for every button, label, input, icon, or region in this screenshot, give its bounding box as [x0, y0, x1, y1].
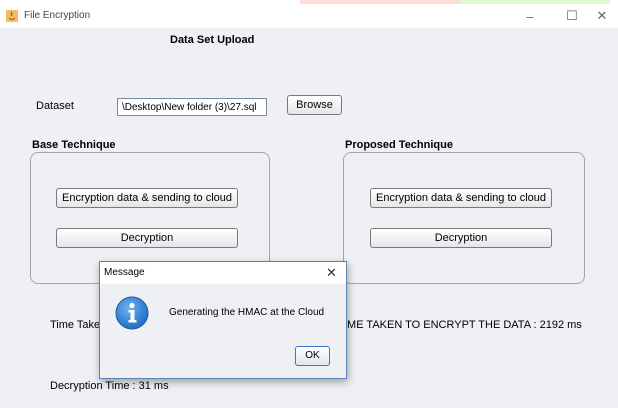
dialog-body: Generating the HMAC at the Cloud OK — [100, 284, 346, 378]
dataset-path-field[interactable]: \Desktop\New folder (3)\27.sql — [117, 98, 267, 116]
dialog-title-bar: Message ✕ — [100, 262, 346, 284]
proposed-encrypt-button[interactable]: Encryption data & sending to cloud — [370, 188, 552, 208]
base-technique-heading: Base Technique — [32, 139, 116, 151]
encrypt-time-label: IME TAKEN TO ENCRYPT THE DATA : 2192 ms — [344, 319, 582, 331]
info-icon — [115, 296, 149, 330]
time-taken-label: Time Taken — [50, 319, 107, 331]
title-bar: File Encryption – ☐ ✕ — [0, 4, 618, 28]
decryption-time-label: Decryption Time : 31 ms — [50, 380, 169, 392]
minimize-button[interactable]: – — [510, 4, 550, 28]
close-button[interactable]: ✕ — [582, 4, 618, 28]
proposed-technique-panel — [343, 152, 585, 284]
proposed-decrypt-button[interactable]: Decryption — [370, 228, 552, 248]
upload-heading: Data Set Upload — [170, 34, 255, 46]
proposed-technique-heading: Proposed Technique — [345, 139, 453, 151]
dialog-message: Generating the HMAC at the Cloud — [169, 307, 325, 318]
dialog-title: Message — [104, 267, 145, 278]
window-title: File Encryption — [24, 10, 91, 21]
base-decrypt-button[interactable]: Decryption — [56, 228, 238, 248]
base-encrypt-button[interactable]: Encryption data & sending to cloud — [56, 188, 238, 208]
ok-button[interactable]: OK — [295, 346, 330, 366]
browse-button[interactable]: Browse — [287, 95, 342, 115]
dialog-close-button[interactable]: ✕ — [326, 265, 337, 281]
dataset-label: Dataset — [36, 100, 74, 112]
java-app-icon — [6, 10, 18, 22]
message-dialog: Message ✕ Generating the HMAC at the Clo… — [99, 261, 347, 379]
